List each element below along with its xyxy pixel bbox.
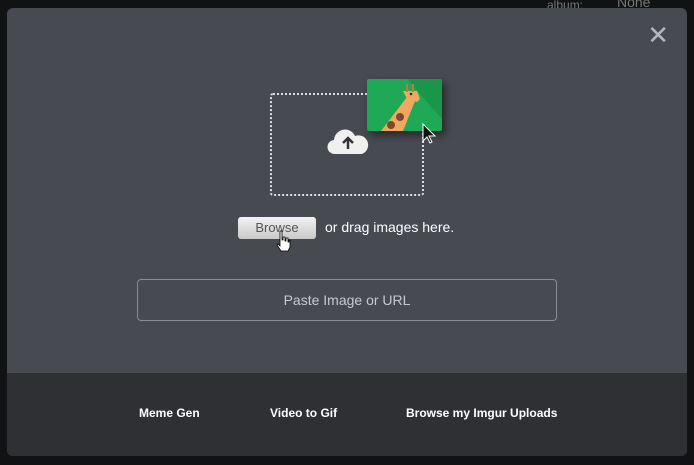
hand-cursor-icon — [276, 230, 291, 252]
drag-hint: or drag images here. — [325, 219, 455, 235]
meme-gen-link[interactable]: Meme Gen — [139, 406, 200, 420]
close-icon[interactable]: ✕ — [647, 22, 669, 48]
browse-uploads-link[interactable]: Browse my Imgur Uploads — [406, 406, 557, 420]
paste-url-input[interactable] — [137, 279, 557, 321]
video-to-gif-link[interactable]: Video to Gif — [270, 406, 337, 420]
upload-modal: ✕ Browse or drag images here. Meme Gen V… — [7, 8, 687, 456]
modal-footer: Meme Gen Video to Gif Browse my Imgur Up… — [7, 373, 687, 456]
pointer-cursor-icon — [422, 123, 436, 144]
cloud-upload-icon — [327, 129, 369, 154]
